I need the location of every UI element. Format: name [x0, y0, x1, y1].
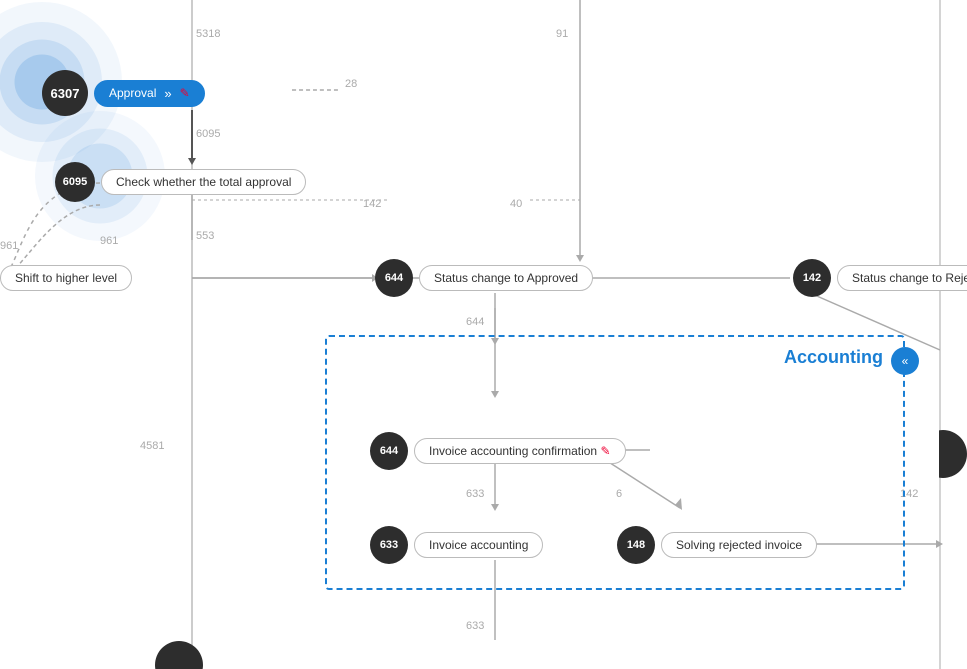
edge-label-4581: 4581: [140, 440, 164, 452]
approval-badge: 6307: [42, 70, 88, 116]
accounting-title: Accounting: [784, 347, 883, 368]
solving-rejected-node[interactable]: 148 Solving rejected invoice: [617, 526, 817, 564]
edge-label-91: 91: [556, 28, 568, 40]
invoice-confirm-label: Invoice accounting confirmation ✎: [414, 438, 626, 464]
edge-label-6095: 6095: [196, 128, 220, 140]
chevron-right-icon: »: [164, 86, 171, 101]
shift-label: Shift to higher level: [15, 271, 117, 285]
solving-rejected-badge: 148: [617, 526, 655, 564]
status-rejected-badge: 142: [793, 259, 831, 297]
approval-label[interactable]: Approval » ✎: [94, 80, 205, 107]
edge-label-633-bottom: 633: [466, 620, 484, 632]
check-total-label: Check whether the total approval: [101, 169, 306, 195]
status-approved-label: Status change to Approved: [419, 265, 593, 291]
edge-label-644: 644: [466, 316, 484, 328]
solving-rejected-label: Solving rejected invoice: [661, 532, 817, 558]
process-canvas: 5318 28 6095 961 961 553 142 40 91 644 4…: [0, 0, 967, 669]
check-total-badge: 6095: [55, 162, 95, 202]
status-rejected-label: Status change to Rejected: [837, 265, 967, 291]
status-approved-badge: 644: [375, 259, 413, 297]
status-approved-node[interactable]: 644 Status change to Approved: [375, 259, 593, 297]
invoice-accounting-badge: 633: [370, 526, 408, 564]
collapse-accounting-button[interactable]: «: [891, 347, 919, 375]
edge-label-40: 40: [510, 198, 522, 210]
partial-node-bottom-left: [155, 641, 203, 669]
invoice-accounting-node[interactable]: 633 Invoice accounting: [370, 526, 543, 564]
invoice-confirm-badge: 644: [370, 432, 408, 470]
edge-label-5318: 5318: [196, 28, 220, 40]
edge-label-961-left: 961: [0, 240, 18, 252]
edge-label-553: 553: [196, 230, 214, 242]
pencil-icon-2: ✎: [600, 444, 610, 458]
edge-label-28: 28: [345, 78, 357, 90]
shift-to-higher-level-node[interactable]: Shift to higher level: [0, 265, 132, 291]
status-rejected-node[interactable]: 142 Status change to Rejected: [793, 259, 967, 297]
invoice-accounting-label: Invoice accounting: [414, 532, 543, 558]
partial-node-right: [939, 430, 967, 478]
edge-label-142: 142: [363, 198, 381, 210]
check-total-node[interactable]: 6095 Check whether the total approval: [55, 162, 306, 202]
pencil-icon: ✎: [180, 86, 190, 100]
invoice-confirm-node[interactable]: 644 Invoice accounting confirmation ✎: [370, 432, 626, 470]
approval-node[interactable]: 6307 Approval » ✎: [42, 70, 205, 116]
edge-label-961-bottom: 961: [100, 235, 118, 247]
